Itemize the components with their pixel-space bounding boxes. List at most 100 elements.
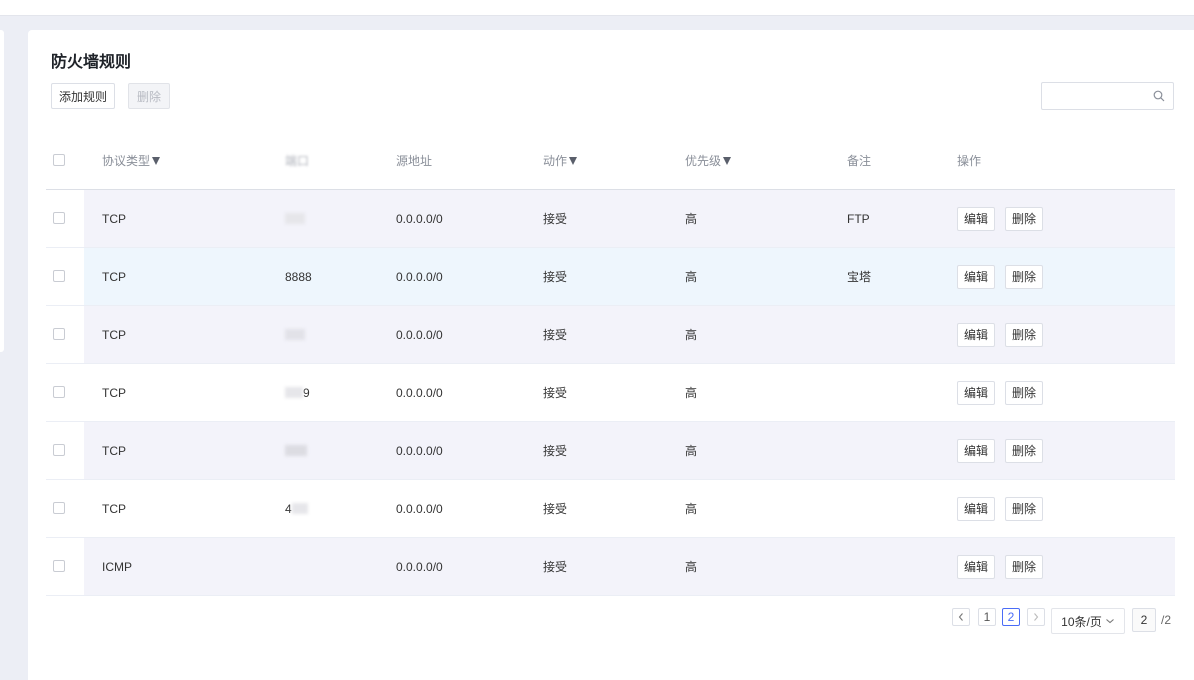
filter-icon[interactable] [152,156,161,165]
port-fragment: 4 [285,501,292,516]
filter-icon[interactable] [569,156,578,165]
cell-protocol: TCP [102,501,126,516]
column-protocol[interactable]: 协议类型 [102,132,161,189]
search-input[interactable] [1048,83,1152,109]
search-icon[interactable] [1153,90,1165,102]
table-row: TCP 0.0.0.0/0 接受 高 编辑 删除 [46,306,1175,364]
column-note-label: 备注 [847,154,872,168]
cell-priority: 高 [685,212,698,226]
cell-port: 4 [285,480,308,537]
edit-button[interactable]: 编辑 [957,206,996,231]
delete-button[interactable]: 删除 [1005,380,1044,405]
delete-button[interactable]: 删除 [1005,554,1044,579]
cell-protocol: ICMP [102,559,132,574]
rules-table: 协议类型 端口 源地址 动作 优先级 备注 操作 TCP 0.0.0.0/0 接… [46,132,1175,596]
cell-port: 9 [285,364,310,421]
cell-priority: 高 [685,444,698,458]
cell-ops: 编辑 删除 [957,422,1053,479]
filter-icon[interactable] [723,156,732,165]
cell-ops: 编辑 删除 [957,306,1053,363]
chevron-right-icon [1034,613,1039,621]
edit-button[interactable]: 编辑 [957,496,996,521]
row-checkbox[interactable] [53,502,65,514]
column-ops: 操作 [957,132,981,189]
cell-priority: 高 [685,386,698,400]
column-port: 端口 [285,132,309,189]
row-checkbox[interactable] [53,212,65,224]
delete-button[interactable]: 删除 [1005,206,1044,231]
column-action-label: 动作 [543,154,568,168]
left-panel [0,30,4,352]
prev-page-button[interactable] [952,608,970,626]
table-row: TCP 9 0.0.0.0/0 接受 高 编辑 删除 [46,364,1175,422]
cell-port [285,306,305,363]
column-action[interactable]: 动作 [543,132,578,189]
delete-button[interactable]: 删除 [1005,322,1044,347]
cell-priority: 高 [685,328,698,342]
top-bar [0,0,1194,16]
edit-button[interactable]: 编辑 [957,554,996,579]
delete-button[interactable]: 删除 [1005,264,1044,289]
add-rule-button[interactable]: 添加规则 [51,83,115,109]
cell-source: 0.0.0.0/0 [396,211,443,226]
cell-port [285,190,305,247]
redacted-port [285,329,305,340]
cell-action: 接受 [543,444,568,458]
table-row: TCP 8888 0.0.0.0/0 接受 高 宝塔 编辑 删除 [46,248,1175,306]
cell-source: 0.0.0.0/0 [396,443,443,458]
edit-button[interactable]: 编辑 [957,322,996,347]
cell-protocol: TCP [102,327,126,342]
page-size-label: 10条/页 [1061,614,1102,629]
page-size-select[interactable]: 10条/页 [1051,608,1125,634]
cell-action: 接受 [543,502,568,516]
bulk-delete-button[interactable]: 删除 [128,83,170,109]
column-priority[interactable]: 优先级 [685,132,732,189]
edit-button[interactable]: 编辑 [957,264,996,289]
row-checkbox[interactable] [53,270,65,282]
cell-action: 接受 [543,386,568,400]
page-1-button[interactable]: 1 [978,608,996,626]
firewall-card: 防火墙规则 添加规则 删除 协议类型 端口 源地址 动作 优先级 备注 操作 T… [28,30,1194,680]
table-row: TCP 0.0.0.0/0 接受 高 FTP 编辑 删除 [46,190,1175,248]
cell-port [285,422,307,479]
row-checkbox[interactable] [53,328,65,340]
delete-button[interactable]: 删除 [1005,496,1044,521]
delete-button[interactable]: 删除 [1005,438,1044,463]
edit-button[interactable]: 编辑 [957,380,996,405]
column-source-label: 源地址 [396,154,433,168]
cell-ops: 编辑 删除 [957,538,1053,595]
row-checkbox[interactable] [53,386,65,398]
page-2-button[interactable]: 2 [1002,608,1020,626]
cell-protocol: TCP [102,211,126,226]
column-port-label: 端口 [285,154,310,168]
column-priority-label: 优先级 [685,154,722,168]
select-all-checkbox[interactable] [53,154,65,166]
cell-action: 接受 [543,270,568,284]
cell-protocol: TCP [102,443,126,458]
cell-protocol: TCP [102,385,126,400]
table-header: 协议类型 端口 源地址 动作 优先级 备注 操作 [46,132,1175,190]
row-checkbox[interactable] [53,560,65,572]
row-checkbox[interactable] [53,444,65,456]
table-row: ICMP 0.0.0.0/0 接受 高 编辑 删除 [46,538,1175,596]
cell-action: 接受 [543,212,568,226]
cell-priority: 高 [685,270,698,284]
page-total: /2 [1161,613,1172,627]
pagination: 1 2 10条/页 2 /2 [28,608,1194,638]
cell-priority: 高 [685,502,698,516]
redacted-port [291,503,308,514]
cell-source: 0.0.0.0/0 [396,385,443,400]
next-page-button[interactable] [1027,608,1045,626]
page-jump-input[interactable]: 2 [1132,608,1156,632]
cell-source: 0.0.0.0/0 [396,327,443,342]
search-box[interactable] [1041,82,1174,110]
redacted-port [285,445,307,456]
cell-source: 0.0.0.0/0 [396,269,443,284]
column-protocol-label: 协议类型 [102,154,151,168]
page-title: 防火墙规则 [51,54,132,71]
cell-port: 8888 [285,269,312,284]
table-row: TCP 0.0.0.0/0 接受 高 编辑 删除 [46,422,1175,480]
cell-source: 0.0.0.0/0 [396,501,443,516]
edit-button[interactable]: 编辑 [957,438,996,463]
cell-ops: 编辑 删除 [957,190,1053,247]
